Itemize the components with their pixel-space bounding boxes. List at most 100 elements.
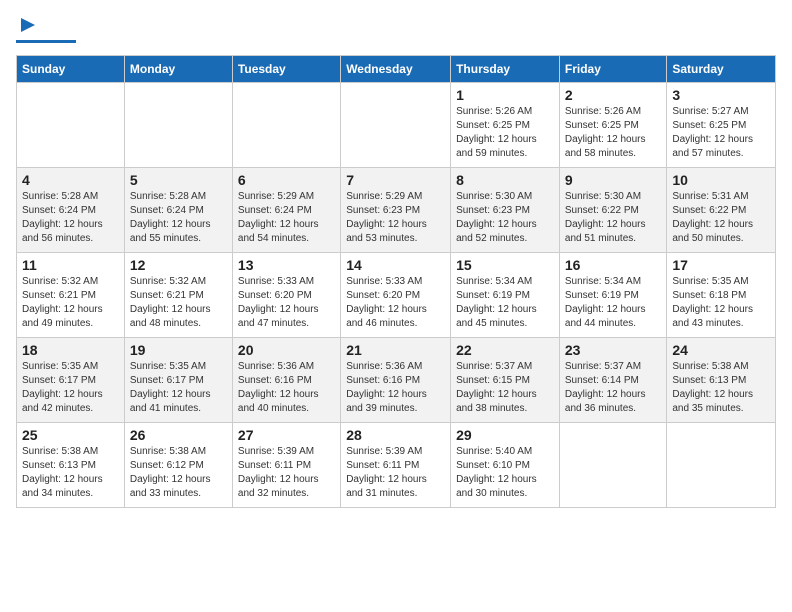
day-number: 27 bbox=[238, 427, 335, 443]
calendar-cell: 6 Sunrise: 5:29 AMSunset: 6:24 PMDaylight… bbox=[232, 168, 340, 253]
day-number: 26 bbox=[130, 427, 227, 443]
day-info: Sunrise: 5:39 AMSunset: 6:11 PMDaylight:… bbox=[346, 445, 445, 501]
day-info: Sunrise: 5:36 AMSunset: 6:16 PMDaylight:… bbox=[346, 360, 445, 416]
logo-arrow-icon bbox=[19, 16, 37, 34]
day-number: 29 bbox=[456, 427, 554, 443]
day-number: 7 bbox=[346, 172, 445, 188]
page-header bbox=[16, 16, 776, 43]
day-info: Sunrise: 5:27 AMSunset: 6:25 PMDaylight:… bbox=[672, 105, 770, 161]
calendar-cell: 19 Sunrise: 5:35 AMSunset: 6:17 PMDayligh… bbox=[124, 338, 232, 423]
day-number: 21 bbox=[346, 342, 445, 358]
calendar-cell bbox=[232, 83, 340, 168]
calendar-cell: 23 Sunrise: 5:37 AMSunset: 6:14 PMDayligh… bbox=[559, 338, 666, 423]
calendar-cell: 18 Sunrise: 5:35 AMSunset: 6:17 PMDayligh… bbox=[17, 338, 125, 423]
day-info: Sunrise: 5:37 AMSunset: 6:15 PMDaylight:… bbox=[456, 360, 554, 416]
calendar-cell bbox=[124, 83, 232, 168]
day-number: 5 bbox=[130, 172, 227, 188]
calendar-cell: 14 Sunrise: 5:33 AMSunset: 6:20 PMDayligh… bbox=[341, 253, 451, 338]
day-info: Sunrise: 5:40 AMSunset: 6:10 PMDaylight:… bbox=[456, 445, 554, 501]
calendar-cell: 10 Sunrise: 5:31 AMSunset: 6:22 PMDayligh… bbox=[667, 168, 776, 253]
day-info: Sunrise: 5:35 AMSunset: 6:18 PMDaylight:… bbox=[672, 275, 770, 331]
day-info: Sunrise: 5:38 AMSunset: 6:13 PMDaylight:… bbox=[22, 445, 119, 501]
day-info: Sunrise: 5:37 AMSunset: 6:14 PMDaylight:… bbox=[565, 360, 661, 416]
day-number: 12 bbox=[130, 257, 227, 273]
day-number: 24 bbox=[672, 342, 770, 358]
day-number: 3 bbox=[672, 87, 770, 103]
calendar-cell: 13 Sunrise: 5:33 AMSunset: 6:20 PMDayligh… bbox=[232, 253, 340, 338]
day-info: Sunrise: 5:32 AMSunset: 6:21 PMDaylight:… bbox=[22, 275, 119, 331]
day-number: 19 bbox=[130, 342, 227, 358]
day-info: Sunrise: 5:28 AMSunset: 6:24 PMDaylight:… bbox=[130, 190, 227, 246]
col-header-wednesday: Wednesday bbox=[341, 56, 451, 83]
day-info: Sunrise: 5:34 AMSunset: 6:19 PMDaylight:… bbox=[565, 275, 661, 331]
day-number: 18 bbox=[22, 342, 119, 358]
calendar-cell: 29 Sunrise: 5:40 AMSunset: 6:10 PMDayligh… bbox=[451, 423, 560, 508]
calendar-cell: 15 Sunrise: 5:34 AMSunset: 6:19 PMDayligh… bbox=[451, 253, 560, 338]
calendar-cell bbox=[667, 423, 776, 508]
day-info: Sunrise: 5:32 AMSunset: 6:21 PMDaylight:… bbox=[130, 275, 227, 331]
day-number: 23 bbox=[565, 342, 661, 358]
calendar-cell: 2 Sunrise: 5:26 AMSunset: 6:25 PMDaylight… bbox=[559, 83, 666, 168]
day-number: 4 bbox=[22, 172, 119, 188]
calendar-cell: 4 Sunrise: 5:28 AMSunset: 6:24 PMDaylight… bbox=[17, 168, 125, 253]
day-info: Sunrise: 5:36 AMSunset: 6:16 PMDaylight:… bbox=[238, 360, 335, 416]
day-info: Sunrise: 5:35 AMSunset: 6:17 PMDaylight:… bbox=[22, 360, 119, 416]
day-info: Sunrise: 5:29 AMSunset: 6:23 PMDaylight:… bbox=[346, 190, 445, 246]
day-number: 2 bbox=[565, 87, 661, 103]
day-info: Sunrise: 5:38 AMSunset: 6:12 PMDaylight:… bbox=[130, 445, 227, 501]
day-number: 16 bbox=[565, 257, 661, 273]
calendar-cell: 3 Sunrise: 5:27 AMSunset: 6:25 PMDaylight… bbox=[667, 83, 776, 168]
day-number: 15 bbox=[456, 257, 554, 273]
calendar-cell: 12 Sunrise: 5:32 AMSunset: 6:21 PMDayligh… bbox=[124, 253, 232, 338]
calendar-cell: 1 Sunrise: 5:26 AMSunset: 6:25 PMDaylight… bbox=[451, 83, 560, 168]
calendar-cell: 7 Sunrise: 5:29 AMSunset: 6:23 PMDaylight… bbox=[341, 168, 451, 253]
day-number: 9 bbox=[565, 172, 661, 188]
day-info: Sunrise: 5:38 AMSunset: 6:13 PMDaylight:… bbox=[672, 360, 770, 416]
calendar-cell: 17 Sunrise: 5:35 AMSunset: 6:18 PMDayligh… bbox=[667, 253, 776, 338]
day-number: 14 bbox=[346, 257, 445, 273]
calendar-cell: 20 Sunrise: 5:36 AMSunset: 6:16 PMDayligh… bbox=[232, 338, 340, 423]
day-info: Sunrise: 5:34 AMSunset: 6:19 PMDaylight:… bbox=[456, 275, 554, 331]
col-header-sunday: Sunday bbox=[17, 56, 125, 83]
calendar-cell: 16 Sunrise: 5:34 AMSunset: 6:19 PMDayligh… bbox=[559, 253, 666, 338]
col-header-saturday: Saturday bbox=[667, 56, 776, 83]
day-number: 17 bbox=[672, 257, 770, 273]
day-number: 10 bbox=[672, 172, 770, 188]
day-info: Sunrise: 5:33 AMSunset: 6:20 PMDaylight:… bbox=[346, 275, 445, 331]
logo bbox=[16, 16, 76, 43]
calendar-cell: 9Sunrise: 5:30 AMSunset: 6:22 PMDaylight… bbox=[559, 168, 666, 253]
day-info: Sunrise: 5:28 AMSunset: 6:24 PMDaylight:… bbox=[22, 190, 119, 246]
calendar-cell: 11Sunrise: 5:32 AMSunset: 6:21 PMDayligh… bbox=[17, 253, 125, 338]
calendar-cell bbox=[341, 83, 451, 168]
day-info: Sunrise: 5:26 AMSunset: 6:25 PMDaylight:… bbox=[565, 105, 661, 161]
day-info: Sunrise: 5:35 AMSunset: 6:17 PMDaylight:… bbox=[130, 360, 227, 416]
calendar-table: SundayMondayTuesdayWednesdayThursdayFrid… bbox=[16, 55, 776, 508]
calendar-cell: 25 Sunrise: 5:38 AMSunset: 6:13 PMDayligh… bbox=[17, 423, 125, 508]
col-header-monday: Monday bbox=[124, 56, 232, 83]
day-number: 28 bbox=[346, 427, 445, 443]
day-info: Sunrise: 5:29 AMSunset: 6:24 PMDaylight:… bbox=[238, 190, 335, 246]
day-info: Sunrise: 5:39 AMSunset: 6:11 PMDaylight:… bbox=[238, 445, 335, 501]
day-number: 13 bbox=[238, 257, 335, 273]
day-number: 20 bbox=[238, 342, 335, 358]
calendar-cell: 5 Sunrise: 5:28 AMSunset: 6:24 PMDaylight… bbox=[124, 168, 232, 253]
calendar-cell: 8Sunrise: 5:30 AMSunset: 6:23 PMDaylight… bbox=[451, 168, 560, 253]
calendar-cell: 21 Sunrise: 5:36 AMSunset: 6:16 PMDayligh… bbox=[341, 338, 451, 423]
day-number: 1 bbox=[456, 87, 554, 103]
calendar-cell: 27 Sunrise: 5:39 AMSunset: 6:11 PMDayligh… bbox=[232, 423, 340, 508]
col-header-tuesday: Tuesday bbox=[232, 56, 340, 83]
calendar-cell: 24 Sunrise: 5:38 AMSunset: 6:13 PMDayligh… bbox=[667, 338, 776, 423]
day-info: Sunrise: 5:26 AMSunset: 6:25 PMDaylight:… bbox=[456, 105, 554, 161]
day-info: Sunrise: 5:31 AMSunset: 6:22 PMDaylight:… bbox=[672, 190, 770, 246]
day-number: 25 bbox=[22, 427, 119, 443]
day-number: 8 bbox=[456, 172, 554, 188]
calendar-cell: 26 Sunrise: 5:38 AMSunset: 6:12 PMDayligh… bbox=[124, 423, 232, 508]
calendar-cell: 28 Sunrise: 5:39 AMSunset: 6:11 PMDayligh… bbox=[341, 423, 451, 508]
calendar-cell bbox=[559, 423, 666, 508]
day-info: Sunrise: 5:33 AMSunset: 6:20 PMDaylight:… bbox=[238, 275, 335, 331]
calendar-cell: 22 Sunrise: 5:37 AMSunset: 6:15 PMDayligh… bbox=[451, 338, 560, 423]
col-header-thursday: Thursday bbox=[451, 56, 560, 83]
day-number: 22 bbox=[456, 342, 554, 358]
day-number: 6 bbox=[238, 172, 335, 188]
calendar-cell bbox=[17, 83, 125, 168]
